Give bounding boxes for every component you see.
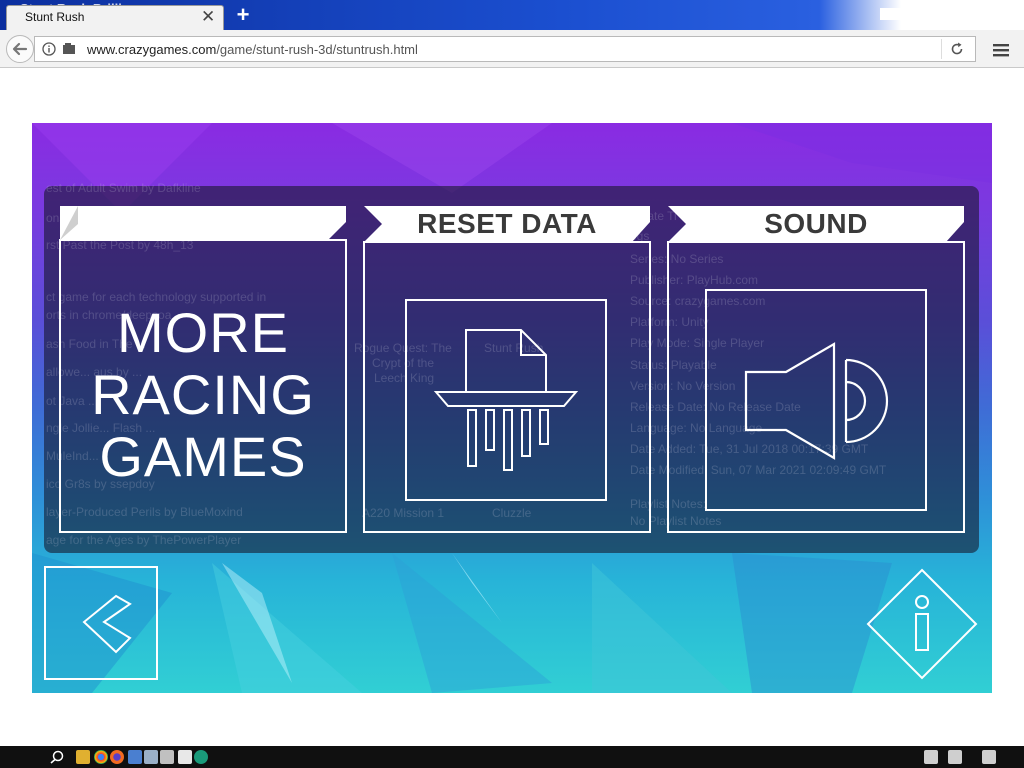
sound-button[interactable]: SOUND (666, 204, 965, 534)
app-icon[interactable] (160, 750, 174, 764)
reset-data-title: RESET DATA (417, 208, 597, 239)
more-games-line: GAMES (99, 425, 307, 488)
close-tab-icon[interactable]: ✕ (201, 7, 215, 27)
more-racing-games-button[interactable]: MORE RACING GAMES (58, 204, 348, 534)
tab-title: Stunt Rush (25, 10, 85, 24)
info-icon[interactable] (42, 42, 56, 56)
url-path: /game/stunt-rush-3d/stuntrush.html (216, 42, 418, 57)
sound-title: SOUND (764, 208, 868, 239)
browser-title-bar: Stunt Rush Brilli Stunt Rush ✕ + (0, 0, 1024, 30)
title-bar-blank (880, 8, 970, 20)
address-bar[interactable]: www.crazygames.com/game/stunt-rush-3d/st… (34, 36, 976, 62)
launcher-icon[interactable] (194, 750, 208, 764)
ghost-text: age for the Ages by ThePowerPlayer (46, 533, 242, 547)
chevron-left-icon[interactable] (44, 566, 158, 680)
browser-toolbar: www.crazygames.com/game/stunt-rush-3d/st… (0, 30, 1024, 68)
computer-icon[interactable] (144, 750, 158, 764)
file-explorer-icon[interactable] (76, 750, 90, 764)
more-racing-games-label: MORE RACING GAMES (58, 302, 348, 488)
ghost-text: est of Adult Swim by Dafkline (46, 181, 201, 195)
chrome-icon[interactable] (94, 750, 108, 764)
notifications-icon[interactable] (982, 750, 996, 764)
browser-icon[interactable] (128, 750, 142, 764)
firefox-icon[interactable] (110, 750, 124, 764)
more-games-line: RACING (91, 363, 315, 426)
page-icon (63, 43, 75, 54)
info-diamond-icon[interactable] (866, 568, 978, 680)
arrow-left-icon (12, 42, 28, 56)
archive-icon[interactable] (178, 750, 192, 764)
game-canvas[interactable]: est of Adult Swim by Dafkline onsol rst … (32, 123, 992, 693)
reload-icon[interactable] (949, 41, 965, 57)
reset-data-button[interactable]: RESET DATA (362, 204, 652, 534)
new-tab-button[interactable]: + (233, 3, 253, 27)
volume-muted-icon[interactable] (948, 750, 962, 764)
url-text[interactable]: www.crazygames.com/game/stunt-rush-3d/st… (87, 42, 418, 57)
hamburger-menu-icon[interactable] (990, 40, 1012, 60)
speaker-icon (744, 342, 889, 460)
tab-stunt-rush[interactable]: Stunt Rush ✕ (6, 5, 224, 30)
shredder-icon (433, 329, 579, 471)
address-divider (941, 39, 942, 59)
search-icon[interactable] (50, 750, 64, 764)
url-host: www.crazygames.com (87, 42, 217, 57)
network-icon[interactable] (924, 750, 938, 764)
back-button[interactable] (6, 35, 34, 63)
taskbar (0, 746, 1024, 768)
more-games-line: MORE (117, 301, 289, 364)
